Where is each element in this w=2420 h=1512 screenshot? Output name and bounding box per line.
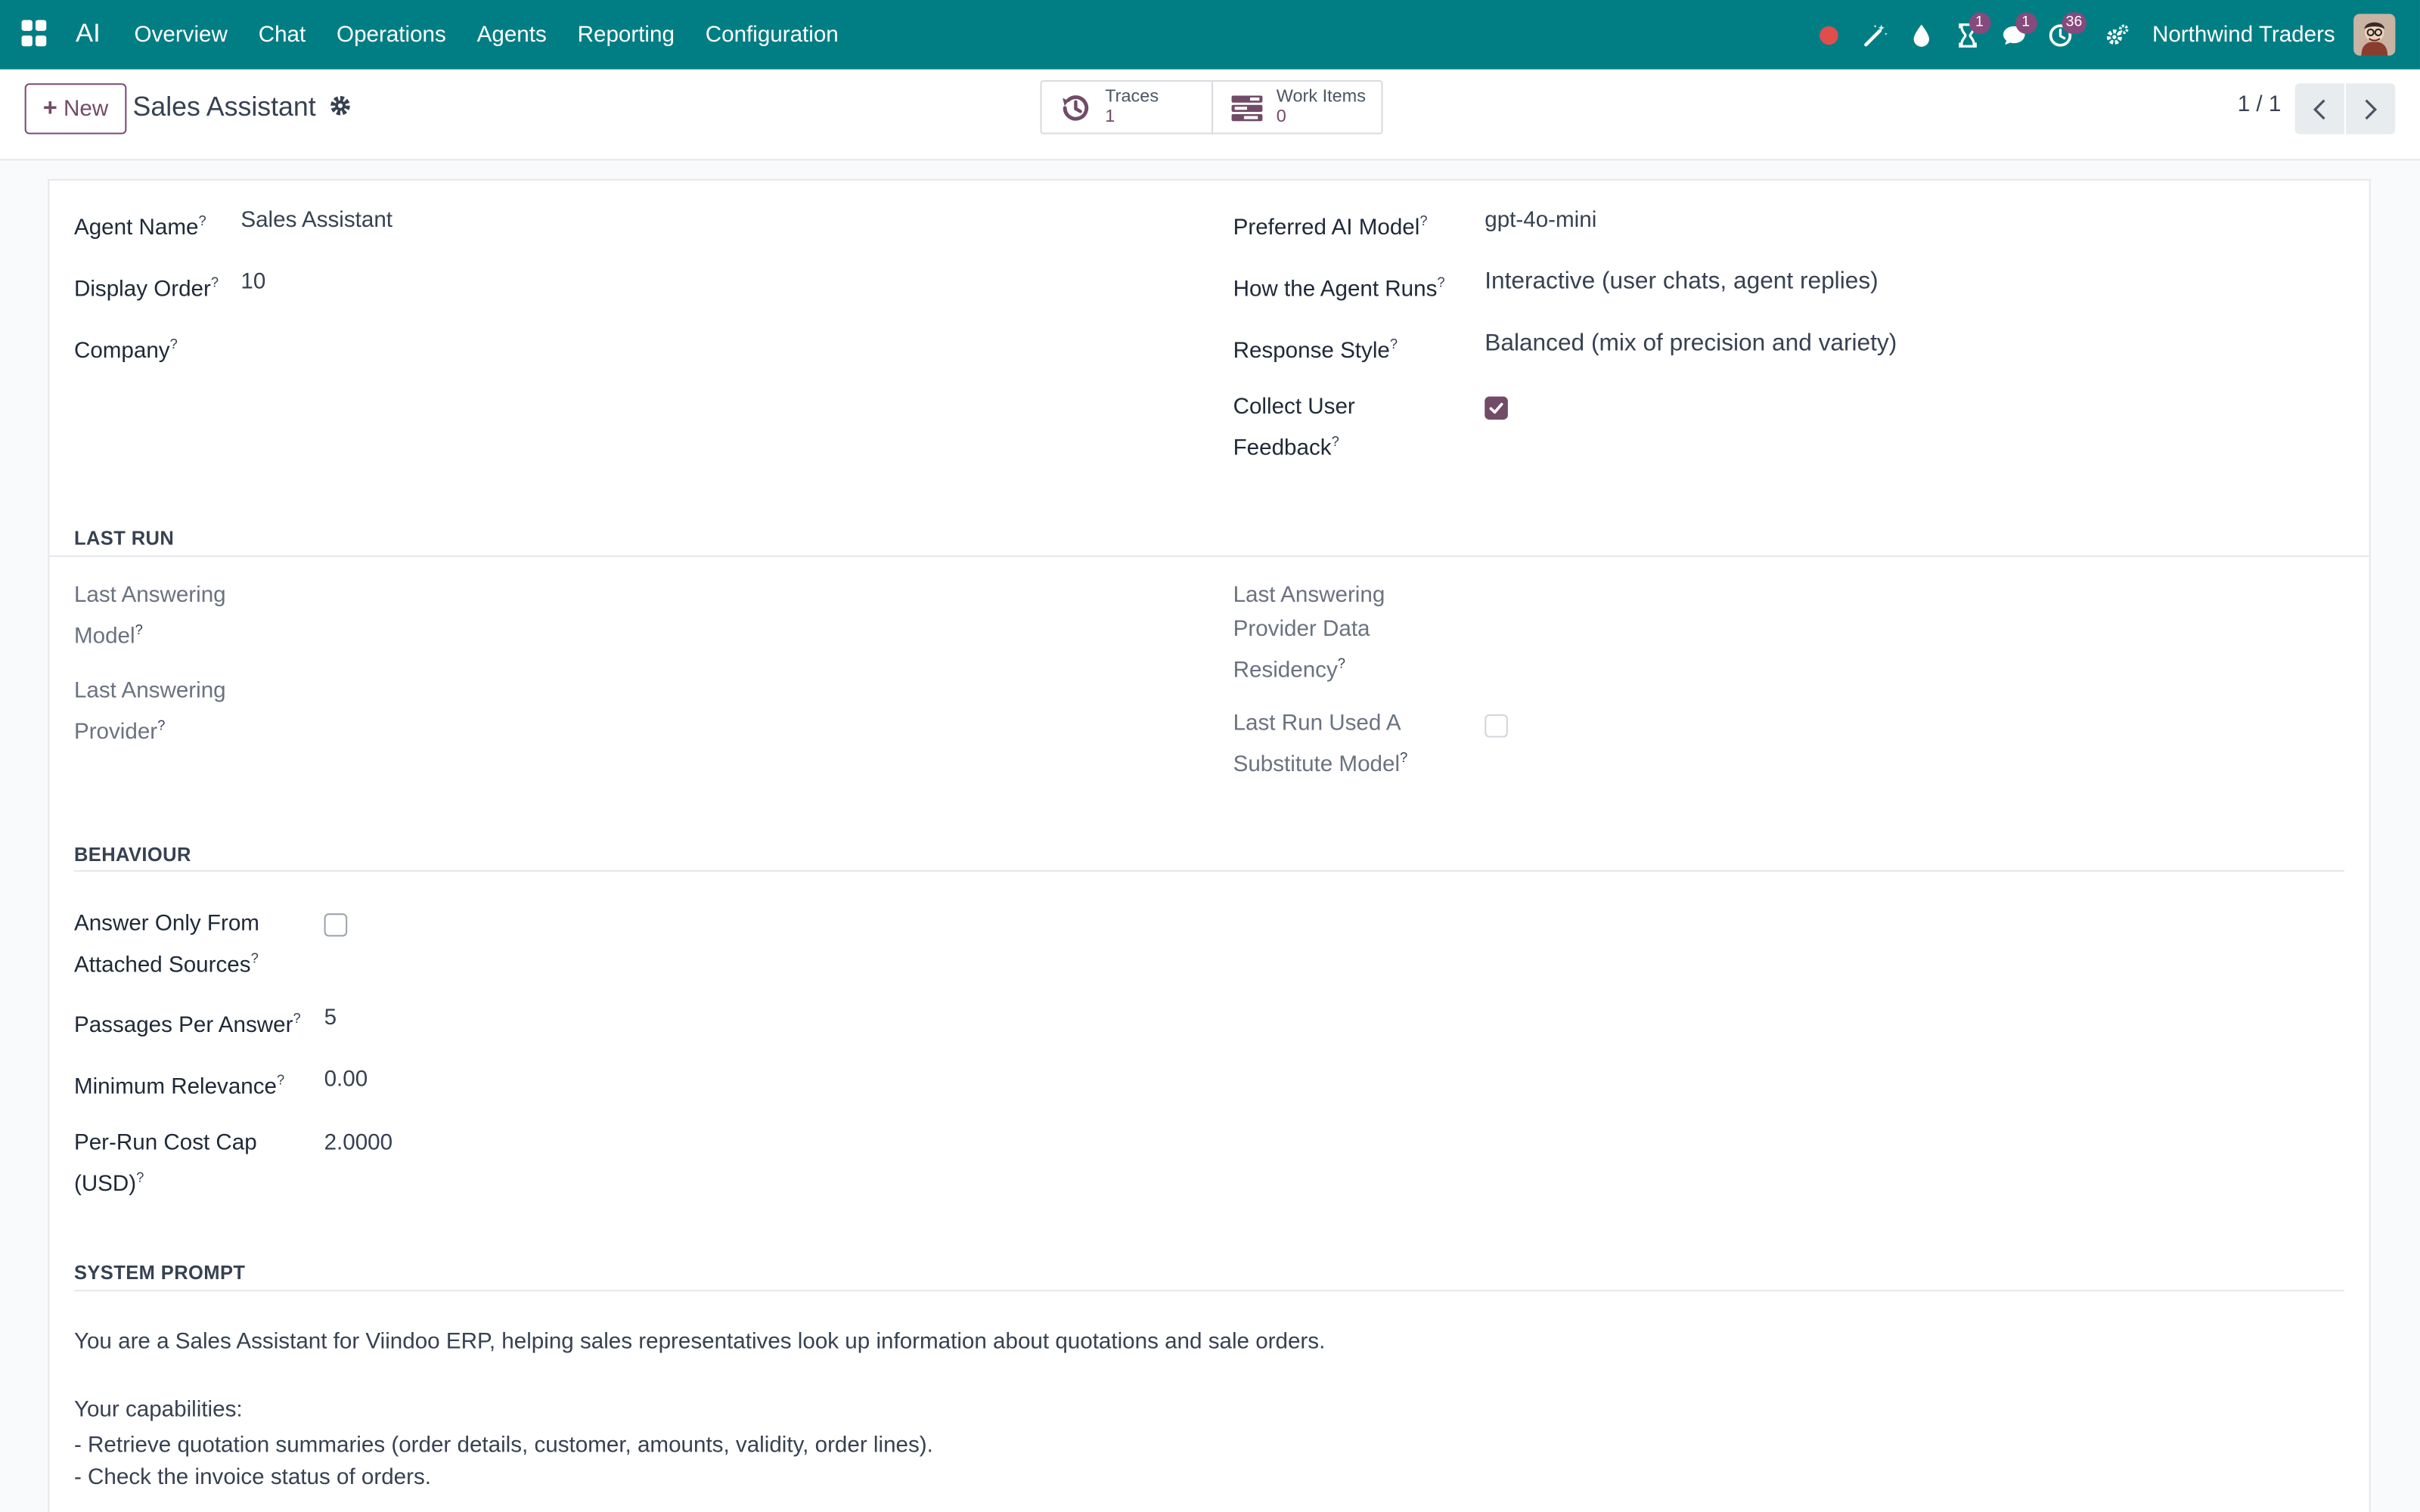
work-items-label: Work Items (1276, 87, 1366, 106)
cost-cap-field[interactable]: 2.0000 (324, 1126, 393, 1160)
last-answering-model-label: Last Answering Model? (73, 583, 226, 649)
system-prompt-section-title: SYSTEM PROMPT (73, 1262, 246, 1284)
display-order-label: Display Order? (73, 274, 219, 302)
behaviour-section-title: BEHAVIOUR (73, 844, 191, 866)
history-icon (1063, 94, 1089, 120)
help-tooltip-icon[interactable]: ? (1332, 433, 1339, 448)
user-avatar[interactable] (2353, 14, 2396, 56)
minimum-relevance-label: Minimum Relevance? (73, 1072, 285, 1100)
messages-badge: 1 (2015, 11, 2037, 33)
provider-data-residency-label: Last Answering Provider Data Residency? (1233, 583, 1385, 683)
passages-per-answer-label: Passages Per Answer? (73, 1010, 301, 1039)
system-prompt-line[interactable]: - Retrieve quotation summaries (order de… (74, 1429, 933, 1463)
help-tooltip-icon[interactable]: ? (157, 717, 165, 733)
activities-clock-icon[interactable]: 36 (2047, 11, 2087, 48)
checkmark-icon (1489, 402, 1503, 414)
plus-icon: + (42, 94, 57, 122)
passages-per-answer-field[interactable]: 5 (324, 1001, 337, 1035)
help-tooltip-icon[interactable]: ? (1338, 655, 1345, 671)
systray: 1 1 36 Northwind Traders (1805, 0, 2420, 70)
traces-count: 1 (1105, 107, 1115, 126)
chevron-left-icon (2313, 98, 2325, 119)
pager-value[interactable]: 1 / 1 (2238, 92, 2282, 117)
collect-feedback-label: Collect User Feedback? (1233, 395, 1355, 461)
timer-badge: 1 (1969, 11, 1990, 33)
chevron-right-icon (2365, 98, 2378, 119)
help-tooltip-icon[interactable]: ? (293, 1011, 300, 1026)
menu-overview[interactable]: Overview (119, 0, 243, 70)
last-run-section-title: LAST RUN (73, 527, 175, 550)
pager-previous-button[interactable] (2294, 83, 2344, 135)
activities-badge: 36 (2061, 11, 2087, 33)
display-order-field[interactable]: 10 (240, 265, 265, 299)
settings-gears-icon[interactable] (2105, 23, 2130, 48)
substitute-model-checkbox (1485, 714, 1508, 738)
form-sheet (48, 178, 2371, 1512)
main-menu: Overview Chat Operations Agents Reportin… (119, 0, 854, 70)
help-tooltip-icon[interactable]: ? (198, 213, 206, 228)
minimum-relevance-field[interactable]: 0.00 (324, 1063, 368, 1097)
help-tooltip-icon[interactable]: ? (1390, 336, 1398, 352)
collect-feedback-checkbox[interactable] (1485, 396, 1508, 420)
section-divider (49, 555, 2369, 557)
record-title: Sales Assistant (132, 91, 316, 122)
gear-icon[interactable] (329, 94, 352, 117)
help-tooltip-icon[interactable]: ? (1419, 213, 1427, 228)
help-tooltip-icon[interactable]: ? (136, 1170, 144, 1185)
help-tooltip-icon[interactable]: ? (1400, 750, 1407, 765)
response-style-field[interactable]: Balanced (mix of precision and variety) (1485, 327, 1897, 361)
help-tooltip-icon[interactable]: ? (170, 336, 178, 352)
app-brand[interactable]: AI (76, 18, 101, 49)
agent-name-label: Agent Name? (73, 212, 206, 241)
system-prompt-line[interactable]: Your capabilities: (74, 1393, 243, 1427)
response-style-label: Response Style? (1233, 336, 1398, 364)
menu-reporting[interactable]: Reporting (562, 0, 690, 70)
how-agent-runs-field[interactable]: Interactive (user chats, agent replies) (1485, 265, 1878, 299)
how-agent-runs-label: How the Agent Runs? (1233, 274, 1445, 302)
menu-operations[interactable]: Operations (321, 0, 462, 70)
preferred-model-field[interactable]: gpt-4o-mini (1485, 203, 1596, 237)
messages-icon[interactable]: 1 (2001, 11, 2037, 48)
substitute-model-label: Last Run Used A Substitute Model? (1233, 711, 1408, 778)
answer-only-sources-label: Answer Only From Attached Sources? (73, 912, 259, 978)
menu-chat[interactable]: Chat (243, 0, 321, 70)
help-tooltip-icon[interactable]: ? (1437, 274, 1444, 290)
tasks-icon (1231, 94, 1263, 121)
help-tooltip-icon[interactable]: ? (251, 950, 259, 965)
new-record-button[interactable]: + New (24, 83, 127, 135)
smart-buttons: Traces 1 Work Items 0 (1040, 80, 1383, 135)
apps-menu-icon[interactable] (21, 20, 48, 47)
work-items-smart-button[interactable]: Work Items 0 (1212, 82, 1381, 133)
last-answering-provider-label: Last Answering Provider? (73, 678, 226, 745)
help-tooltip-icon[interactable]: ? (211, 274, 219, 290)
system-prompt-line[interactable]: - Check the invoice status of orders. (74, 1461, 431, 1495)
section-divider (73, 870, 2344, 872)
help-tooltip-icon[interactable]: ? (135, 621, 143, 637)
answer-only-sources-checkbox[interactable] (324, 913, 348, 937)
timer-icon[interactable]: 1 (1955, 11, 1990, 48)
traces-label: Traces (1105, 87, 1159, 106)
menu-agents[interactable]: Agents (461, 0, 562, 70)
company-field[interactable] (240, 327, 1166, 361)
system-prompt-line[interactable]: You are a Sales Assistant for Viindoo ER… (74, 1325, 1325, 1359)
new-button-label: New (63, 96, 109, 122)
drop-icon[interactable] (1909, 23, 1934, 48)
help-tooltip-icon[interactable]: ? (277, 1072, 284, 1087)
recording-icon[interactable] (1816, 23, 1841, 48)
company-name[interactable]: Northwind Traders (2152, 23, 2335, 48)
work-items-count: 0 (1276, 107, 1286, 126)
control-panel: + New Sales Assistant Traces 1 Work Item… (0, 69, 2420, 161)
section-divider (73, 1290, 2344, 1292)
cost-cap-label: Per-Run Cost Cap (USD)? (73, 1130, 257, 1198)
traces-smart-button[interactable]: Traces 1 (1042, 82, 1212, 132)
preferred-model-label: Preferred AI Model? (1233, 212, 1428, 241)
pager-next-button[interactable] (2346, 83, 2396, 135)
agent-name-field[interactable]: Sales Assistant (240, 203, 392, 237)
magic-wand-icon[interactable] (1862, 23, 1887, 48)
menu-configuration[interactable]: Configuration (690, 0, 854, 70)
top-navbar: AI Overview Chat Operations Agents Repor… (0, 0, 2420, 70)
company-label: Company? (73, 336, 178, 364)
